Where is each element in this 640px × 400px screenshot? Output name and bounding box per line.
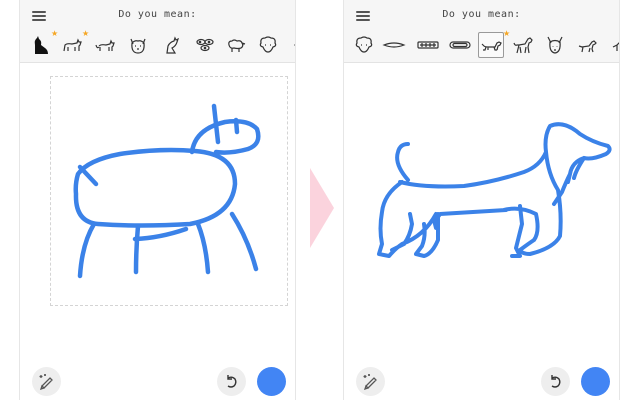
dachshund-icon[interactable] <box>478 32 504 58</box>
color-button[interactable] <box>581 367 610 396</box>
sketch-stroke <box>211 103 221 145</box>
transition-arrow-icon <box>310 168 334 248</box>
dog-icon[interactable] <box>576 33 600 57</box>
undo-button[interactable] <box>541 367 570 396</box>
dachshund-drawing <box>377 122 612 258</box>
magic-pen-icon <box>39 374 53 390</box>
magic-draw-button[interactable] <box>32 367 61 396</box>
cat-icon[interactable] <box>93 33 117 57</box>
cat-icon[interactable] <box>160 33 184 57</box>
suggestion-prompt: Do you mean: <box>118 9 197 20</box>
hotdog-icon[interactable] <box>416 33 440 57</box>
suggestion-bar: ★ <box>344 30 619 60</box>
sketch-stroke <box>233 117 240 135</box>
sketch-stroke <box>77 164 99 187</box>
star-icon: ★ <box>82 29 90 38</box>
cat-silhouette-icon[interactable] <box>29 33 53 57</box>
sketch-stroke <box>77 221 97 279</box>
bacteria-icon[interactable] <box>193 33 217 57</box>
undo-icon <box>551 375 561 388</box>
magic-pen-icon <box>363 374 377 390</box>
sketch-stroke <box>133 223 141 275</box>
color-button[interactable] <box>257 367 286 396</box>
magic-draw-button[interactable] <box>356 367 385 396</box>
sketch-stroke <box>195 221 211 275</box>
app-header: Do you mean: ★ <box>344 0 619 63</box>
cat-icon[interactable] <box>60 33 84 57</box>
star-icon: ★ <box>503 29 511 38</box>
undo-button[interactable] <box>217 367 246 396</box>
dog-icon[interactable] <box>606 33 619 57</box>
sheep-face-icon[interactable] <box>352 33 376 57</box>
sketch-stroke <box>132 226 189 242</box>
sheep-face-icon[interactable] <box>256 33 280 57</box>
sketch-stroke <box>73 147 238 228</box>
dog-icon[interactable] <box>511 33 535 57</box>
suggestion-bar: ★ ★ <box>20 30 295 60</box>
dog-face-icon[interactable] <box>543 33 567 57</box>
sketch-stroke <box>189 119 261 155</box>
undo-icon <box>227 375 237 388</box>
drawing-canvas <box>377 122 612 258</box>
suggestion-overflow[interactable] <box>286 33 295 57</box>
app-header: Do you mean: ★ ★ <box>20 0 295 63</box>
right-phone-screen: Do you mean: ★ <box>343 0 620 400</box>
hotdog-icon[interactable] <box>448 33 472 57</box>
drawing-canvas[interactable] <box>20 64 296 354</box>
cat-face-icon[interactable] <box>126 33 150 57</box>
hotdog-icon[interactable] <box>382 33 406 57</box>
star-icon: ★ <box>51 29 59 38</box>
suggestion-prompt: Do you mean: <box>442 9 521 20</box>
sketch-stroke <box>229 211 259 272</box>
sheep-icon[interactable] <box>224 33 248 57</box>
left-phone-screen: Do you mean: ★ ★ <box>19 0 296 400</box>
